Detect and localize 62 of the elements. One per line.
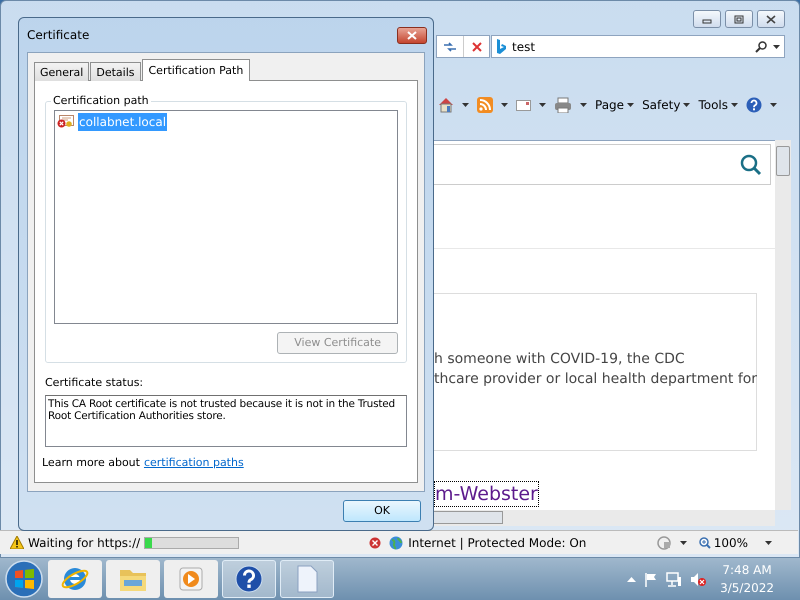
caret-icon[interactable] <box>462 103 469 107</box>
taskbar-button[interactable] <box>48 560 102 598</box>
zoom-button[interactable]: 100% <box>698 534 772 552</box>
tab[interactable]: General <box>34 62 90 81</box>
maximize-icon <box>732 14 746 24</box>
status-text-box: This CA Root certificate is not trusted because it is not in the Trusted Root Certification Authorities store. <box>45 394 407 446</box>
stop-icon <box>470 40 482 52</box>
protected-mode-icon[interactable] <box>656 536 672 550</box>
start-button[interactable] <box>4 559 44 599</box>
caret-icon[interactable] <box>539 103 546 107</box>
help-icon <box>234 564 264 594</box>
minimize-button[interactable] <box>693 10 721 28</box>
taskbar-button[interactable] <box>222 560 276 598</box>
search-provider-icon <box>496 38 506 54</box>
mute-icon[interactable] <box>690 572 706 586</box>
horizontal-scrollbar[interactable] <box>433 510 775 526</box>
status-label: Certificate status: <box>45 375 144 391</box>
help-icon[interactable] <box>746 97 762 113</box>
caret-icon <box>765 540 772 544</box>
learn-more-text: Learn more about <box>42 454 140 470</box>
globe-icon <box>389 536 404 550</box>
close-icon <box>407 30 417 40</box>
paragraph-line: h someone with COVID-19, the CDC <box>434 350 686 369</box>
group-label: Certification path <box>52 93 150 109</box>
search-icon[interactable] <box>740 154 762 176</box>
paragraph-line: thcare provider or local health department for <box>434 370 756 389</box>
close-button[interactable] <box>757 10 785 28</box>
menu-button[interactable]: Tools <box>698 96 738 114</box>
caret-icon[interactable] <box>770 103 778 107</box>
warning-icon <box>10 536 24 549</box>
mail-icon[interactable] <box>516 98 531 112</box>
caret-icon[interactable] <box>680 540 687 544</box>
vertical-scrollbar[interactable] <box>775 140 791 510</box>
caret-icon <box>731 103 738 107</box>
zone-text: Internet | Protected Mode: On <box>408 534 586 552</box>
caret-icon[interactable] <box>501 103 508 107</box>
network-icon[interactable] <box>666 572 682 586</box>
refresh-icon <box>443 40 457 52</box>
ok-button[interactable]: OK <box>343 500 421 522</box>
close-button[interactable] <box>397 26 427 44</box>
caret-icon <box>683 103 690 107</box>
dialog-title: Certificate <box>27 27 90 44</box>
show-hidden-icon[interactable] <box>627 576 636 582</box>
menu-button[interactable]: Page <box>595 96 634 114</box>
caret-icon[interactable] <box>580 103 587 107</box>
search-icon[interactable] <box>755 40 767 52</box>
home-icon[interactable] <box>438 97 454 113</box>
maximize-button[interactable] <box>725 10 753 28</box>
help-link[interactable]: certification paths <box>144 454 244 471</box>
caret-icon[interactable] <box>773 44 780 48</box>
printer-icon[interactable] <box>554 97 572 113</box>
blocked-icon <box>369 536 382 548</box>
flag-icon[interactable] <box>644 572 658 586</box>
menu-button[interactable]: Safety <box>642 96 690 114</box>
site-search-field[interactable] <box>433 144 771 185</box>
status-text: Waiting for https:// <box>28 534 140 552</box>
zoom-icon <box>698 536 711 548</box>
tab[interactable]: Details <box>90 62 140 81</box>
tab[interactable]: Certification Path <box>142 59 250 81</box>
caret-icon <box>627 103 634 107</box>
search-field[interactable]: test <box>491 35 785 58</box>
close-icon <box>764 14 778 24</box>
